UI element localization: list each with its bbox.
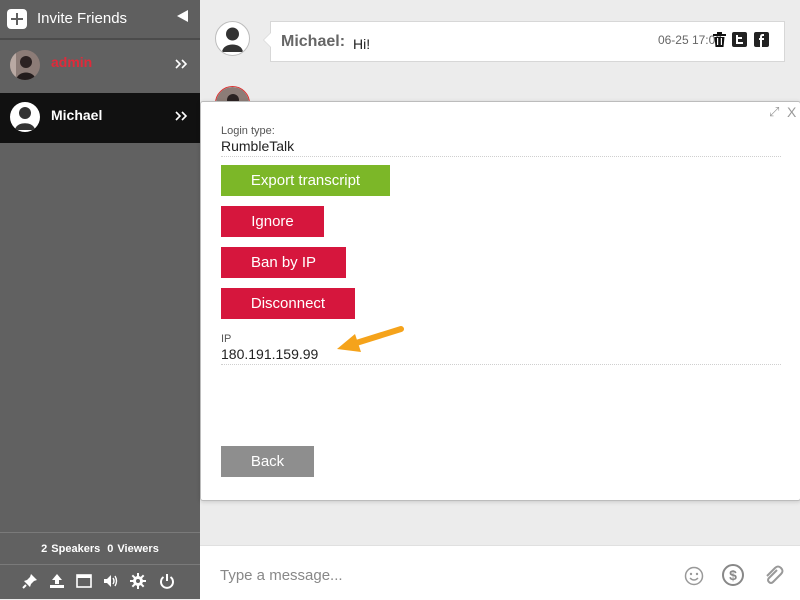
speakers-count: 2 [41,543,48,555]
sidebar: Invite Friends admin Michael 2 Speakers … [0,0,200,599]
invite-friends-button[interactable]: Invite Friends [0,0,200,40]
chevrons-right-icon[interactable] [175,111,189,121]
speakers-label: Speakers [51,543,101,555]
collapse-sidebar-icon[interactable] [177,10,188,22]
window-icon[interactable] [76,573,92,589]
viewers-count: 0 [107,543,114,555]
pin-icon[interactable] [22,573,38,589]
back-button[interactable]: Back [221,446,314,477]
expand-icon[interactable]: ⤢ [769,104,779,120]
user-row-michael[interactable]: Michael [0,93,200,143]
login-type-label: Login type: [221,125,275,137]
ip-label: IP [221,333,232,345]
paperclip-icon[interactable] [762,564,784,586]
viewers-label: Viewers [117,543,159,555]
sidebar-toolbar [0,564,200,600]
twitter-icon[interactable] [732,32,747,47]
upload-icon[interactable] [49,573,65,589]
invite-friends-label: Invite Friends [37,10,128,27]
avatar [10,102,40,132]
trash-icon[interactable] [712,32,727,47]
user-row-admin[interactable]: admin [0,41,200,91]
gear-icon[interactable] [130,573,146,589]
emoji-icon[interactable] [684,566,704,586]
ban-by-ip-button[interactable]: Ban by IP [221,247,346,278]
message-text: Hi! [353,36,371,52]
message-composer[interactable]: Type a message... $ [200,545,800,600]
ignore-button[interactable]: Ignore [221,206,324,237]
ip-value: 180.191.159.99 [221,346,781,365]
user-actions-modal: ⤢ X Login type: RumbleTalk Export transc… [200,101,800,501]
pointer-arrow-icon [337,326,404,352]
power-icon[interactable] [159,573,175,589]
message-input[interactable]: Type a message... [220,567,343,584]
close-icon[interactable]: X [787,104,796,120]
user-name: admin [51,54,93,70]
avatar [10,50,40,80]
message-author: Michael: [281,33,346,50]
message-bubble: Michael: Hi! 06-25 17:08 [263,21,785,62]
disconnect-button[interactable]: Disconnect [221,288,355,319]
user-name: Michael [51,107,103,123]
facebook-icon[interactable] [754,32,769,47]
login-type-value: RumbleTalk [221,138,781,157]
avatar [215,21,250,56]
chevrons-right-icon[interactable] [175,59,189,69]
participant-counts: 2 Speakers 0 Viewers [0,532,200,563]
volume-icon[interactable] [103,573,119,589]
svg-text:$: $ [729,567,737,583]
dollar-icon[interactable]: $ [722,564,744,586]
export-transcript-button[interactable]: Export transcript [221,165,390,196]
plus-icon [7,9,27,29]
